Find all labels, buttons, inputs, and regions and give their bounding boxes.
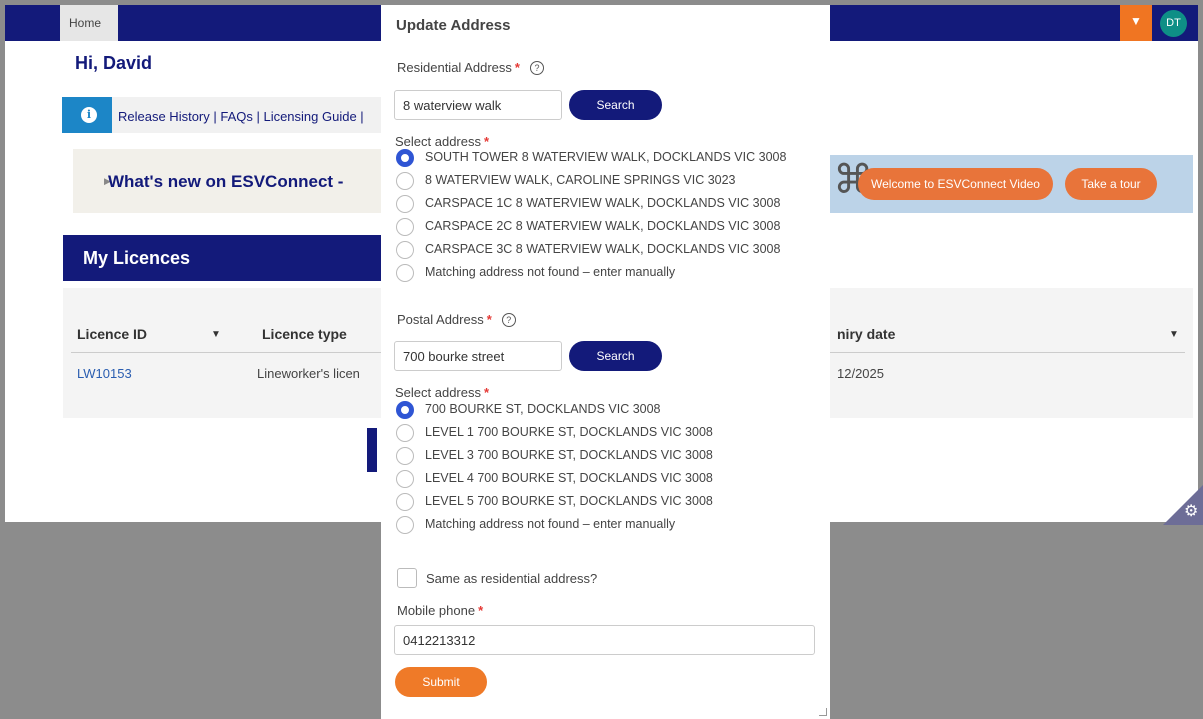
menu-dropdown-button[interactable]: ▼ bbox=[1120, 5, 1152, 41]
resize-handle[interactable] bbox=[819, 708, 827, 716]
promo-banner: ⌘ Welcome to ESVConnect Video Take a tou… bbox=[825, 155, 1193, 213]
radio-label: LEVEL 4 700 BOURKE ST, DOCKLANDS VIC 300… bbox=[425, 471, 713, 485]
radio-button[interactable] bbox=[396, 218, 414, 236]
radio-button[interactable] bbox=[396, 195, 414, 213]
radio-button[interactable] bbox=[396, 424, 414, 442]
welcome-video-button[interactable]: Welcome to ESVConnect Video bbox=[858, 168, 1053, 200]
required-marker: * bbox=[484, 385, 490, 400]
filter-icon[interactable]: ▼ bbox=[1169, 329, 1179, 340]
whats-new-banner[interactable]: ▶ What's new on ESVConnect - bbox=[73, 149, 383, 213]
chevron-down-icon: ▼ bbox=[1130, 14, 1142, 28]
my-licences-header: My Licences bbox=[63, 235, 383, 281]
help-links[interactable]: Release History | FAQs | Licensing Guide… bbox=[118, 109, 364, 124]
help-icon[interactable]: ? bbox=[529, 61, 544, 75]
radio-label: LEVEL 3 700 BOURKE ST, DOCKLANDS VIC 300… bbox=[425, 448, 713, 462]
radio-button[interactable] bbox=[396, 470, 414, 488]
submit-button[interactable]: Submit bbox=[395, 667, 487, 697]
radio-label: Matching address not found – enter manua… bbox=[425, 265, 676, 279]
mobile-phone-input[interactable] bbox=[394, 625, 815, 655]
licence-id-link[interactable]: LW10153 bbox=[77, 366, 132, 381]
radio-button[interactable] bbox=[396, 516, 414, 534]
radio-button[interactable] bbox=[396, 241, 414, 259]
postal-search-button[interactable]: Search bbox=[569, 341, 662, 371]
radio-label: LEVEL 5 700 BOURKE ST, DOCKLANDS VIC 300… bbox=[425, 494, 713, 508]
postal-address-label: Postal Address *? bbox=[397, 312, 516, 327]
postal-select-label: Select address * bbox=[395, 385, 490, 400]
residential-address-input[interactable] bbox=[394, 90, 562, 120]
required-marker: * bbox=[478, 603, 484, 618]
required-marker: * bbox=[484, 134, 490, 149]
radio-label: 700 BOURKE ST, DOCKLANDS VIC 3008 bbox=[425, 402, 661, 416]
radio-label: CARSPACE 1C 8 WATERVIEW WALK, DOCKLANDS … bbox=[425, 196, 781, 210]
radio-button[interactable] bbox=[396, 264, 414, 282]
column-header-expiry-date[interactable]: niry date bbox=[837, 326, 895, 342]
tab-home[interactable]: Home bbox=[60, 5, 118, 41]
help-icon[interactable]: ? bbox=[501, 313, 516, 327]
column-header-licence-type[interactable]: Licence type bbox=[262, 326, 347, 342]
filter-icon[interactable]: ▼ bbox=[211, 329, 221, 340]
avatar[interactable]: DT bbox=[1160, 10, 1187, 37]
column-header-licence-id[interactable]: Licence ID bbox=[77, 326, 147, 342]
residential-address-label: Residential Address *? bbox=[397, 60, 544, 75]
radio-label: SOUTH TOWER 8 WATERVIEW WALK, DOCKLANDS … bbox=[425, 150, 787, 164]
radio-label: CARSPACE 3C 8 WATERVIEW WALK, DOCKLANDS … bbox=[425, 242, 781, 256]
radio-button[interactable] bbox=[396, 401, 414, 419]
radio-label: 8 WATERVIEW WALK, CAROLINE SPRINGS VIC 3… bbox=[425, 173, 736, 187]
same-as-residential-checkbox[interactable] bbox=[397, 568, 417, 588]
info-icon: i bbox=[81, 107, 97, 123]
residential-search-button[interactable]: Search bbox=[569, 90, 662, 120]
radio-button[interactable] bbox=[396, 447, 414, 465]
gear-icon[interactable]: ⚙ bbox=[1184, 501, 1198, 521]
take-a-tour-button[interactable]: Take a tour bbox=[1065, 168, 1157, 200]
mobile-phone-label: Mobile phone * bbox=[397, 603, 484, 618]
greeting-heading: Hi, David bbox=[75, 53, 153, 73]
modal-title: Update Address bbox=[396, 17, 511, 34]
radio-button[interactable] bbox=[396, 149, 414, 167]
required-marker: * bbox=[486, 312, 492, 327]
same-as-residential-label: Same as residential address? bbox=[426, 571, 598, 586]
whats-new-label: What's new on ESVConnect - bbox=[108, 172, 344, 191]
licence-type-cell: Lineworker's licen bbox=[257, 366, 360, 381]
radio-label: LEVEL 1 700 BOURKE ST, DOCKLANDS VIC 300… bbox=[425, 425, 713, 439]
update-address-modal: Update Address Residential Address*? Sea… bbox=[381, 5, 830, 719]
radio-label: CARSPACE 2C 8 WATERVIEW WALK, DOCKLANDS … bbox=[425, 219, 781, 233]
radio-label: Matching address not found – enter manua… bbox=[425, 517, 676, 531]
residential-select-label: Select address * bbox=[395, 134, 490, 149]
radio-button[interactable] bbox=[396, 172, 414, 190]
radio-button[interactable] bbox=[396, 493, 414, 511]
background-button bbox=[367, 428, 377, 472]
postal-address-input[interactable] bbox=[394, 341, 562, 371]
my-licences-title: My Licences bbox=[83, 248, 191, 268]
info-bar: i Release History | FAQs | Licensing Gui… bbox=[62, 97, 382, 133]
required-marker: * bbox=[514, 60, 520, 75]
expiry-date-cell: 12/2025 bbox=[837, 366, 884, 381]
